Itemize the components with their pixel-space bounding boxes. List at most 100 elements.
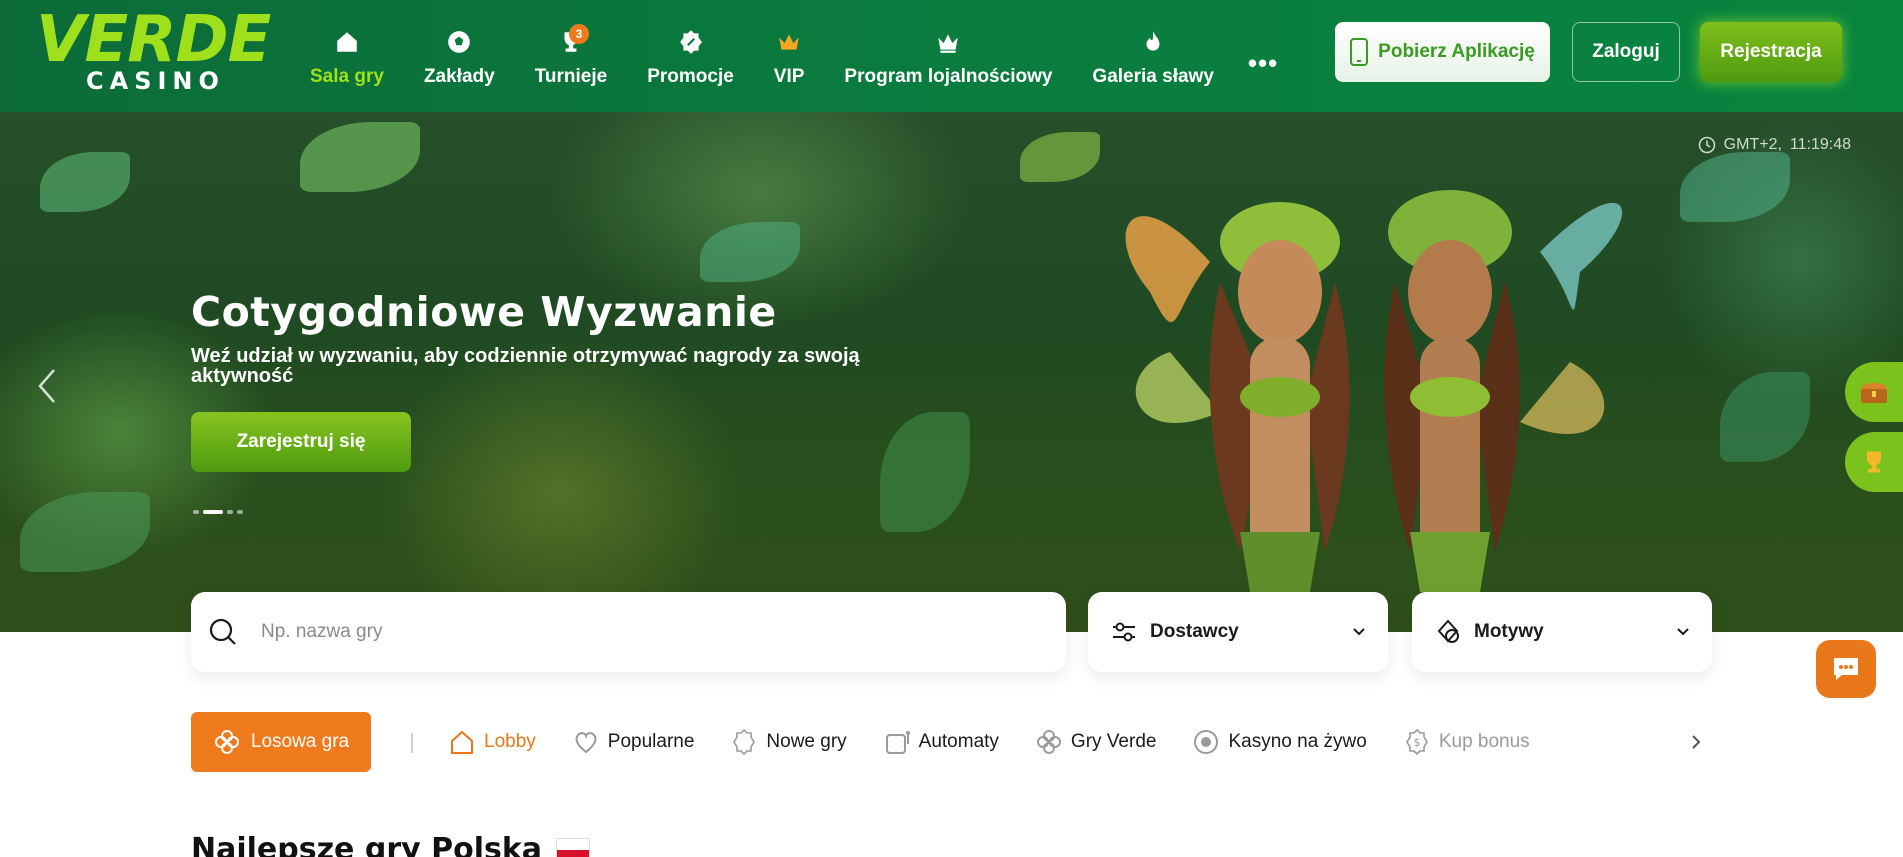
slide-dot[interactable]	[193, 510, 199, 514]
live-dot-icon	[1194, 730, 1219, 754]
download-app-button[interactable]: Pobierz Aplikację	[1335, 22, 1550, 82]
chat-bubble-icon	[1834, 658, 1858, 680]
nav-label: Zakłady	[423, 66, 495, 87]
category-slots[interactable]: Automaty	[865, 728, 1017, 756]
crown-icon	[775, 28, 803, 56]
logo-wordmark: VERDE	[36, 3, 271, 77]
server-time: GMT+2, 11:19:48	[1698, 136, 1851, 154]
nav-label: Sala gry	[310, 66, 384, 87]
bokeh-leaf	[1680, 152, 1790, 222]
flame-icon	[1139, 28, 1167, 56]
hero-subtitle: Weź udział w wyzwaniu, aby codziennie ot…	[191, 345, 860, 387]
register-button[interactable]: Rejestracja	[1700, 22, 1842, 82]
category-label: Popularne	[607, 731, 695, 752]
section-title-text: Najlepsze gry Polska	[191, 832, 543, 857]
top-header: VERDE CASINO Sala gry Zakłady 3 Turnieje	[0, 0, 1903, 112]
bokeh-leaf	[1020, 132, 1100, 182]
more-menu-button[interactable]: •••	[1248, 48, 1278, 88]
category-label: Kasyno na żywo	[1228, 731, 1367, 752]
nav-label: Galeria sławy	[1092, 66, 1214, 87]
search-icon	[209, 618, 236, 645]
section-heading: Najlepsze gry Polska	[191, 832, 591, 857]
treasure-chest-button[interactable]	[1845, 362, 1903, 422]
new-badge-icon	[733, 728, 756, 756]
nav-label: Promocje	[647, 66, 734, 87]
hero-banner: GMT+2, 11:19:48 Cotygodniowe Wyzwanie We…	[0, 112, 1903, 632]
category-verde-games[interactable]: Gry Verde	[1017, 728, 1175, 756]
nav-item-galeria-slawy[interactable]: Galeria sławy	[1072, 18, 1233, 88]
live-chat-button[interactable]	[1816, 640, 1876, 698]
category-popular[interactable]: Popularne	[554, 728, 713, 756]
category-label: Gry Verde	[1070, 731, 1157, 752]
category-buy-bonus[interactable]: $ Kup bonus	[1385, 728, 1548, 756]
clover-icon	[214, 730, 239, 754]
tournament-count-badge: 3	[568, 24, 589, 44]
providers-dropdown[interactable]: Dostawcy	[1088, 592, 1388, 672]
soccer-ball-icon	[445, 28, 473, 56]
main-nav: Sala gry Zakłady 3 Turnieje Promocje VIP…	[290, 18, 1278, 88]
home-icon	[333, 28, 361, 56]
category-label: Automaty	[918, 731, 999, 752]
nav-item-vip[interactable]: VIP	[754, 18, 825, 88]
trophy-side-button[interactable]	[1845, 432, 1903, 492]
discount-badge-icon	[677, 28, 705, 56]
clock-icon	[1698, 136, 1715, 154]
filter-sliders-icon	[1113, 622, 1135, 642]
providers-label: Dostawcy	[1150, 621, 1239, 642]
slot-machine-icon	[885, 731, 910, 754]
time-zone: GMT+2,	[1723, 136, 1782, 153]
random-game-button[interactable]: Losowa gra	[191, 712, 371, 772]
nav-item-program-lojalnosciowy[interactable]: Program lojalnościowy	[824, 18, 1072, 88]
fairy-characters-illustration	[1125, 190, 1623, 592]
hero-register-button[interactable]: Zarejestruj się	[191, 412, 411, 472]
theme-shapes-icon	[1437, 619, 1459, 643]
treasure-chest-icon	[1861, 383, 1887, 403]
coin-icon: $	[1405, 728, 1428, 756]
bokeh-leaf	[880, 412, 970, 532]
poland-flag-icon	[556, 837, 591, 857]
slide-dot-active[interactable]	[203, 510, 223, 514]
chevron-left-icon[interactable]	[36, 366, 58, 406]
category-label: Kup bonus	[1438, 731, 1530, 752]
nav-item-turnieje[interactable]: 3 Turnieje	[515, 18, 628, 88]
nav-label: Program lojalnościowy	[844, 66, 1053, 87]
bokeh-leaf	[700, 222, 800, 282]
phone-icon	[1350, 38, 1369, 66]
category-label: Nowe gry	[766, 731, 847, 752]
game-categories: Lobby Popularne Nowe gry Automaty Gry Ve…	[430, 712, 1548, 772]
slide-indicators	[193, 510, 243, 514]
home-outline-icon	[451, 730, 473, 754]
bokeh-leaf	[40, 152, 130, 212]
themes-dropdown[interactable]: Motywy	[1412, 592, 1712, 672]
crown-outline-icon	[934, 28, 962, 56]
slide-dot[interactable]	[237, 510, 243, 514]
svg-text:$: $	[1413, 736, 1420, 749]
random-game-label: Losowa gra	[250, 731, 350, 752]
slide-dot[interactable]	[227, 510, 233, 514]
search-input[interactable]	[261, 621, 1021, 643]
bokeh-leaf	[300, 122, 420, 192]
bokeh-leaf	[20, 492, 150, 572]
download-app-label: Pobierz Aplikację	[1378, 41, 1535, 62]
nav-item-zaklady[interactable]: Zakłady	[404, 18, 515, 88]
category-divider	[411, 733, 413, 753]
themes-label: Motywy	[1474, 621, 1544, 642]
chevron-right-icon[interactable]	[1688, 730, 1704, 754]
category-label: Lobby	[484, 731, 536, 752]
chevron-down-icon	[1353, 628, 1365, 636]
heart-icon	[575, 732, 597, 754]
trophy-gold-icon	[1867, 451, 1881, 473]
login-button[interactable]: Zaloguj	[1572, 22, 1680, 82]
category-new-games[interactable]: Nowe gry	[712, 728, 864, 756]
chevron-down-icon	[1677, 628, 1689, 636]
verde-casino-logo[interactable]: VERDE CASINO	[36, 3, 271, 95]
hero-title: Cotygodniowe Wyzwanie	[191, 288, 777, 336]
nav-item-sala-gry[interactable]: Sala gry	[290, 18, 404, 88]
bokeh-leaf	[1720, 372, 1810, 462]
time-value: 11:19:48	[1789, 136, 1851, 153]
category-live-casino[interactable]: Kasyno na żywo	[1174, 728, 1384, 756]
nav-label: VIP	[773, 66, 805, 87]
nav-item-promocje[interactable]: Promocje	[627, 18, 754, 88]
category-lobby[interactable]: Lobby	[430, 728, 554, 756]
nav-label: Turnieje	[534, 66, 608, 87]
